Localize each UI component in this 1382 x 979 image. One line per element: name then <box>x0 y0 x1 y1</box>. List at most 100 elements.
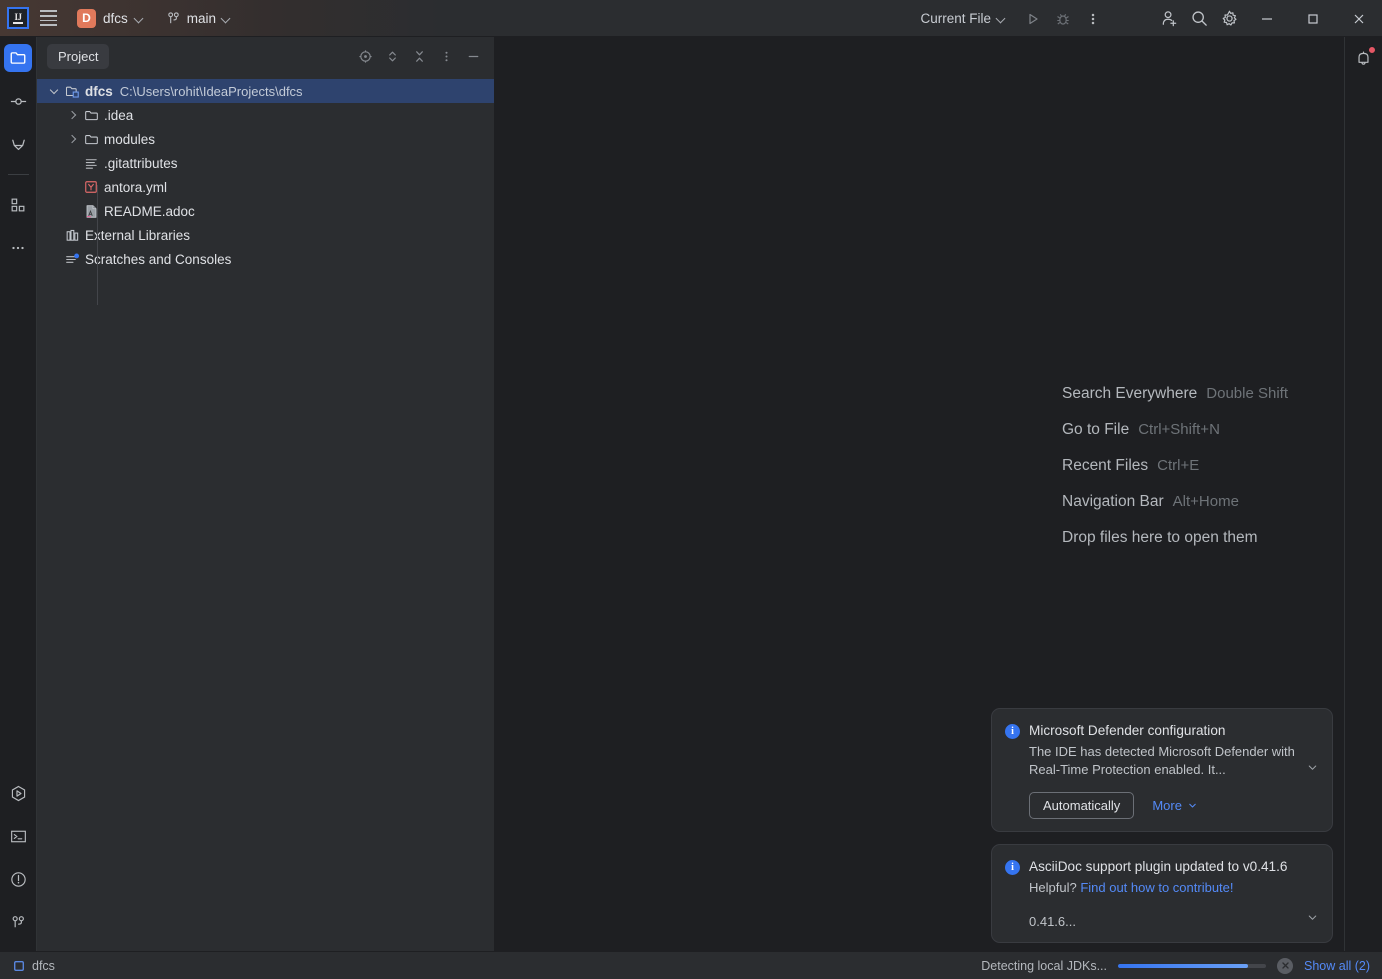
notification-body: The IDE has detected Microsoft Defender … <box>1029 744 1295 777</box>
notification-badge <box>1367 46 1376 54</box>
more-vertical-icon <box>445 51 448 61</box>
project-selector[interactable]: D dfcs <box>71 5 151 32</box>
minimize-window-button[interactable] <box>1244 0 1290 37</box>
git-tool-button[interactable] <box>4 908 32 936</box>
tree-row[interactable]: antora.yml <box>37 175 494 199</box>
tool-strip-divider <box>7 174 29 175</box>
close-window-button[interactable] <box>1336 0 1382 37</box>
run-button[interactable] <box>1018 4 1048 34</box>
tree-row[interactable]: .idea <box>37 103 494 127</box>
hint-row[interactable]: Recent Files Ctrl+E <box>1062 457 1288 493</box>
git-branch-selector[interactable]: main <box>159 7 238 30</box>
more-tool-windows-button[interactable] <box>4 234 32 262</box>
drop-files-hint-row: Drop files here to open them <box>1062 529 1288 565</box>
notifications-button[interactable] <box>1350 44 1378 72</box>
title-bar-right: Current File <box>912 0 1382 37</box>
tree-row[interactable]: modules <box>37 127 494 151</box>
collapse-all-button[interactable] <box>407 44 432 69</box>
chevron-right-icon[interactable] <box>66 132 80 146</box>
branch-name-label: main <box>186 10 217 26</box>
hint-row[interactable]: Search Everywhere Double Shift <box>1062 385 1288 421</box>
contribute-link[interactable]: Find out how to contribute! <box>1080 880 1233 895</box>
tree-row[interactable]: Scratches and Consoles <box>37 247 494 271</box>
expand-notification-button[interactable] <box>1306 761 1319 779</box>
chevron-right-icon[interactable] <box>66 108 80 122</box>
search-everywhere-button[interactable] <box>1184 4 1214 34</box>
chevron-down-icon <box>1308 765 1317 770</box>
debug-button[interactable] <box>1048 4 1078 34</box>
show-all-tasks-link[interactable]: Show all (2) <box>1304 959 1370 973</box>
editor-hints: Search Everywhere Double Shift Go to Fil… <box>1062 385 1288 565</box>
gitlab-tool-button[interactable] <box>4 130 32 158</box>
panel-options-button[interactable] <box>434 44 459 69</box>
more-options-link[interactable]: More <box>1152 798 1198 813</box>
notification-version-label: 0.41.6... <box>1029 914 1076 929</box>
expand-chevrons-icon <box>389 51 396 61</box>
editor-area[interactable]: Search Everywhere Double Shift Go to Fil… <box>494 37 1344 951</box>
chevron-down-icon <box>222 14 231 23</box>
gear-icon <box>1222 10 1237 26</box>
tree-item-label: .idea <box>104 107 134 123</box>
gitlab-icon <box>11 139 25 150</box>
code-with-me-button[interactable] <box>1154 4 1184 34</box>
hide-panel-button[interactable] <box>461 44 486 69</box>
status-project-widget[interactable]: dfcs <box>13 959 55 973</box>
more-horizontal-icon <box>12 246 24 250</box>
maximize-icon <box>1308 13 1318 24</box>
notification-title: Microsoft Defender configuration <box>1029 723 1226 738</box>
chevron-down-icon <box>1189 803 1196 808</box>
tab-project[interactable]: Project <box>47 43 110 69</box>
main-menu-button[interactable] <box>31 3 65 33</box>
hint-label: Recent Files <box>1062 457 1149 474</box>
terminal-tool-button[interactable] <box>4 822 32 850</box>
close-icon <box>1354 14 1364 23</box>
notification-header: i AsciiDoc support plugin updated to v0.… <box>1005 858 1318 875</box>
project-tool-button[interactable] <box>4 44 32 72</box>
structure-grid-icon <box>11 198 25 212</box>
cancel-task-button[interactable] <box>1277 957 1293 974</box>
more-actions-button[interactable] <box>1078 4 1108 34</box>
more-options-label: More <box>1152 798 1182 813</box>
target-icon <box>359 49 372 63</box>
expand-notification-button[interactable] <box>1306 911 1319 929</box>
settings-button[interactable] <box>1214 4 1244 34</box>
hint-row[interactable]: Navigation Bar Alt+Home <box>1062 493 1288 529</box>
warning-circle-icon <box>10 871 26 887</box>
tree-item-path: C:\Users\rohit\IdeaProjects\dfcs <box>119 83 303 99</box>
chevron-down-icon[interactable] <box>47 84 61 98</box>
more-vertical-icon <box>1091 13 1095 24</box>
project-tree: dfcs C:\Users\rohit\IdeaProjects\dfcs .i… <box>37 75 494 951</box>
select-opened-file-button[interactable] <box>353 44 378 69</box>
structure-tool-button[interactable] <box>4 191 32 219</box>
intellij-idea-logo: IJ <box>7 7 29 29</box>
tree-row[interactable]: README.adoc <box>37 199 494 223</box>
problems-tool-button[interactable] <box>4 865 32 893</box>
add-user-icon <box>1162 11 1176 27</box>
status-bar: dfcs Detecting local JDKs... Show all (2… <box>0 951 1382 979</box>
commit-tool-button[interactable] <box>4 87 32 115</box>
hint-row[interactable]: Go to File Ctrl+Shift+N <box>1062 421 1288 457</box>
background-task-progress <box>1118 963 1266 968</box>
maximize-window-button[interactable] <box>1290 0 1336 37</box>
notification-actions: Automatically More <box>1029 792 1318 819</box>
folder-icon <box>83 131 99 147</box>
tree-item-label: External Libraries <box>85 227 191 243</box>
git-branch-icon <box>12 915 24 927</box>
tree-row[interactable]: .gitattributes <box>37 151 494 175</box>
main-body: Project dfcs C:\Users\rohit\IdeaProjects… <box>0 37 1382 951</box>
project-folder-icon <box>64 83 80 99</box>
collapse-arrows-icon <box>416 50 423 62</box>
expand-all-button[interactable] <box>380 44 405 69</box>
run-tool-button[interactable] <box>4 779 32 807</box>
run-configuration-selector[interactable]: Current File <box>912 7 1014 30</box>
hint-shortcut: Alt+Home <box>1172 493 1239 510</box>
project-panel-header: Project <box>37 37 494 75</box>
tree-row[interactable]: dfcs C:\Users\rohit\IdeaProjects\dfcs <box>37 79 494 103</box>
right-tool-strip <box>1344 37 1382 951</box>
tree-row[interactable]: External Libraries <box>37 223 494 247</box>
background-task-label: Detecting local JDKs... <box>981 958 1107 973</box>
automatically-button[interactable]: Automatically <box>1029 792 1135 819</box>
info-icon: i <box>1005 724 1020 739</box>
folder-icon <box>83 107 99 123</box>
